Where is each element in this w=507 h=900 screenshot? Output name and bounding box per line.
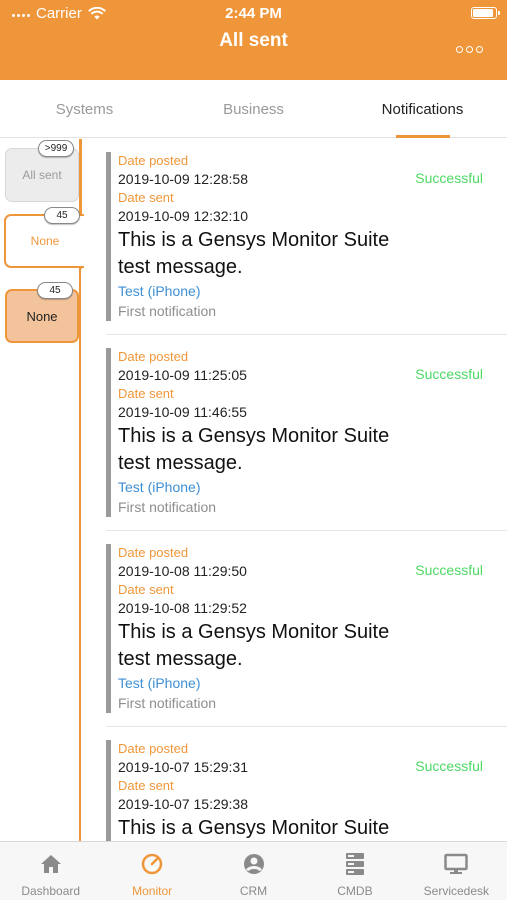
notification-note: First notification [118,499,217,515]
filter-all-sent[interactable]: >999 All sent [5,140,79,202]
filter-label: None [30,234,60,248]
app-header: Carrier 2:44 PM All sent [0,0,507,80]
notification-card[interactable]: Successful Date posted 2019-10-08 11:29:… [106,531,507,727]
more-dot-icon [466,46,473,53]
card-body: Date posted 2019-10-09 11:25:05 Date sen… [118,348,507,517]
nav-crm[interactable]: CRM [203,842,304,900]
card-body: Date posted 2019-10-07 15:29:31 Date sen… [118,740,507,841]
status-bar: Carrier 2:44 PM [0,0,507,28]
notification-list[interactable]: Successful Date posted 2019-10-09 12:28:… [81,139,507,841]
person-icon [243,854,264,874]
card-accent-bar [106,348,111,517]
tab-systems[interactable]: Systems [0,80,169,137]
date-posted-label: Date posted [118,349,189,364]
date-sent-label: Date sent [118,386,174,401]
count-badge: 45 [37,282,73,299]
home-icon [40,855,61,873]
notification-card[interactable]: Successful Date posted 2019-10-09 12:28:… [106,139,507,335]
nav-label: Monitor [132,884,173,898]
notification-card[interactable]: Successful Date posted 2019-10-07 15:29:… [106,727,507,841]
message-text: This is a Gensys Monitor Suite test mess… [118,817,390,839]
filter-label: All sent [22,168,62,182]
date-posted-label: Date posted [118,741,189,756]
nav-label: CRM [239,884,268,898]
filter-label: None [26,308,58,324]
date-sent-label: Date sent [118,582,174,597]
recipient-link[interactable]: Test (iPhone) [118,673,507,693]
count-badge: 45 [44,207,80,224]
notification-card[interactable]: Successful Date posted 2019-10-09 11:25:… [106,335,507,531]
nav-monitor[interactable]: Monitor [101,842,202,900]
card-accent-bar [106,152,111,321]
date-posted-value: 2019-10-08 11:29:50 [118,563,247,579]
date-sent-value: 2019-10-09 11:46:55 [118,404,247,420]
recipient-link[interactable]: Test (iPhone) [118,477,507,497]
tab-business[interactable]: Business [169,80,338,137]
filter-none[interactable]: 45 None [5,282,79,343]
date-sent-label: Date sent [118,778,174,793]
nav-cmdb[interactable]: CMDB [304,842,405,900]
filter-none-selected[interactable]: 45 None [4,207,84,268]
nav-servicedesk[interactable]: Servicedesk [406,842,507,900]
monitor-icon [444,853,469,874]
tab-notifications[interactable]: Notifications [338,80,507,138]
nav-label: Servicedesk [423,884,490,898]
date-sent-value: 2019-10-07 15:29:38 [118,796,248,812]
nav-label: CMDB [337,884,373,898]
date-posted-value: 2019-10-09 11:25:05 [118,367,247,383]
notification-note: First notification [118,695,217,711]
card-body: Date posted 2019-10-08 11:29:50 Date sen… [118,544,507,713]
filter-column: >999 All sent 45 None 45 None [0,139,84,841]
card-accent-bar [106,740,111,841]
date-sent-value: 2019-10-09 12:32:10 [118,208,248,224]
card-accent-bar [106,544,111,713]
tab-bar: Systems Business Notifications [0,80,507,138]
message-text: This is a Gensys Monitor Suite test mess… [118,621,390,670]
message-text: This is a Gensys Monitor Suite test mess… [118,425,390,474]
battery-icon [471,7,500,19]
server-icon [345,853,364,875]
date-sent-value: 2019-10-08 11:29:52 [118,600,247,616]
page-title: All sent [219,30,288,51]
count-badge: >999 [38,140,74,157]
date-posted-value: 2019-10-07 15:29:31 [118,759,248,775]
date-posted-value: 2019-10-09 12:28:58 [118,171,248,187]
more-dot-icon [456,46,463,53]
message-text: This is a Gensys Monitor Suite test mess… [118,229,390,278]
date-posted-label: Date posted [118,545,189,560]
more-dot-icon [476,46,483,53]
nav-label: Dashboard [21,884,81,898]
nav-dashboard[interactable]: Dashboard [0,842,101,900]
more-options-button[interactable] [456,46,483,53]
date-sent-label: Date sent [118,190,174,205]
status-time: 2:44 PM [225,5,282,22]
recipient-link[interactable]: Test (iPhone) [118,281,507,301]
gauge-icon [141,853,163,875]
card-body: Date posted 2019-10-09 12:28:58 Date sen… [118,152,507,321]
bottom-nav: Dashboard Monitor CRM CMDB Servicedesk [0,841,507,900]
battery-fill [473,9,493,17]
notification-note: First notification [118,303,217,319]
date-posted-label: Date posted [118,153,189,168]
